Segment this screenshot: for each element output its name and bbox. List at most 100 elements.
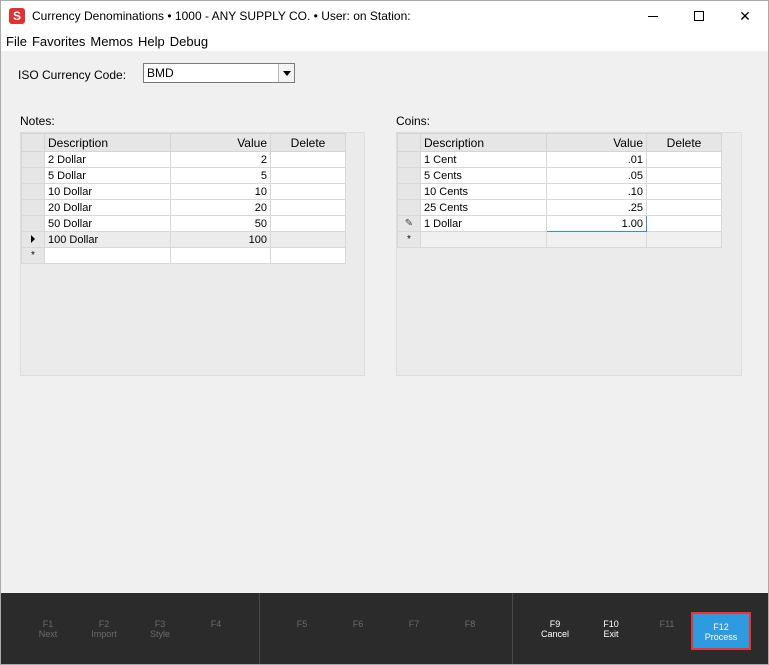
pencil-icon: ✎ xyxy=(404,218,414,229)
iso-currency-code-select[interactable]: BMD xyxy=(143,63,295,83)
note-description-cell[interactable]: 5 Dollar xyxy=(44,167,171,184)
coin-delete-cell[interactable] xyxy=(646,167,722,184)
f10-exit-button[interactable]: F10 Exit xyxy=(587,619,635,639)
note-value-cell[interactable]: 20 xyxy=(170,199,271,216)
coin-value-cell[interactable]: .10 xyxy=(546,183,647,200)
fkey-code: F3 xyxy=(154,619,166,629)
coin-value-edit-cell[interactable]: 1.00 xyxy=(546,215,647,232)
coin-value-cell[interactable]: .05 xyxy=(546,167,647,184)
f8-button[interactable]: F8 xyxy=(446,619,494,629)
f2-import-button[interactable]: F2 Import xyxy=(80,619,128,639)
coins-col-value[interactable]: Value xyxy=(546,133,647,152)
coin-description-cell[interactable]: 25 Cents xyxy=(420,199,547,216)
coin-delete-cell[interactable] xyxy=(646,199,722,216)
new-coin-description-cell[interactable] xyxy=(420,231,547,248)
menu-help[interactable]: Help xyxy=(138,34,165,49)
notes-col-description[interactable]: Description xyxy=(44,133,171,152)
note-description-cell[interactable]: 20 Dollar xyxy=(44,199,171,216)
row-header[interactable] xyxy=(21,183,45,200)
menu-memos[interactable]: Memos xyxy=(90,34,133,49)
row-header[interactable] xyxy=(397,183,421,200)
new-note-value-cell[interactable] xyxy=(170,247,271,264)
note-delete-cell[interactable] xyxy=(270,151,346,168)
f4-button[interactable]: F4 xyxy=(192,619,240,629)
note-description-cell[interactable]: 10 Dollar xyxy=(44,183,171,200)
table-row[interactable]: 100 Dollar 100 xyxy=(21,231,346,248)
new-row[interactable]: * xyxy=(21,247,346,264)
menu-file[interactable]: File xyxy=(6,34,27,49)
f12-process-button[interactable]: F12 Process xyxy=(691,612,751,650)
maximize-button[interactable] xyxy=(676,1,722,31)
new-note-description-cell[interactable] xyxy=(44,247,171,264)
table-row[interactable]: 2 Dollar 2 xyxy=(21,151,346,168)
coin-delete-cell[interactable] xyxy=(646,215,722,232)
new-row[interactable]: * xyxy=(397,231,722,248)
table-row[interactable]: 10 Cents .10 xyxy=(397,183,722,200)
row-header[interactable] xyxy=(397,167,421,184)
coin-delete-cell[interactable] xyxy=(646,183,722,200)
f1-next-button[interactable]: F1 Next xyxy=(24,619,72,639)
note-delete-cell[interactable] xyxy=(270,231,346,248)
f11-button[interactable]: F11 xyxy=(643,619,691,629)
f6-button[interactable]: F6 xyxy=(334,619,382,629)
coin-description-cell[interactable]: 1 Cent xyxy=(420,151,547,168)
f3-style-button[interactable]: F3 Style xyxy=(136,619,184,639)
function-key-bar: F1 Next F2 Import F3 Style F4 F5 F6 F7 F8 F… xyxy=(1,593,768,664)
f7-button[interactable]: F7 xyxy=(390,619,438,629)
note-description-cell[interactable]: 2 Dollar xyxy=(44,151,171,168)
coin-value-cell[interactable]: .01 xyxy=(546,151,647,168)
table-row[interactable]: 1 Cent .01 xyxy=(397,151,722,168)
note-value-cell[interactable]: 5 xyxy=(170,167,271,184)
coin-description-cell[interactable]: 10 Cents xyxy=(420,183,547,200)
note-value-cell[interactable]: 2 xyxy=(170,151,271,168)
table-row[interactable]: 5 Dollar 5 xyxy=(21,167,346,184)
new-note-delete-cell[interactable] xyxy=(270,247,346,264)
chevron-down-icon[interactable] xyxy=(278,64,294,82)
row-header[interactable] xyxy=(21,199,45,216)
coins-col-description[interactable]: Description xyxy=(420,133,547,152)
f5-button[interactable]: F5 xyxy=(278,619,326,629)
notes-label: Notes: xyxy=(20,114,55,128)
table-row[interactable]: ✎ 1 Dollar 1.00 xyxy=(397,215,722,232)
row-header[interactable] xyxy=(21,215,45,232)
row-header[interactable] xyxy=(21,167,45,184)
table-row[interactable]: 10 Dollar 10 xyxy=(21,183,346,200)
coins-grid[interactable]: Description Value Delete 1 Cent .01 5 Ce… xyxy=(396,132,742,376)
note-value-cell[interactable]: 10 xyxy=(170,183,271,200)
notes-col-value[interactable]: Value xyxy=(170,133,271,152)
new-row-marker: * xyxy=(21,247,45,264)
new-coin-value-cell[interactable] xyxy=(546,231,647,248)
coins-col-delete[interactable]: Delete xyxy=(646,133,722,152)
row-header[interactable] xyxy=(21,231,45,248)
note-delete-cell[interactable] xyxy=(270,199,346,216)
row-header[interactable] xyxy=(397,151,421,168)
table-row[interactable]: 5 Cents .05 xyxy=(397,167,722,184)
fkey-code: F7 xyxy=(408,619,420,629)
row-header[interactable] xyxy=(397,199,421,216)
coin-delete-cell[interactable] xyxy=(646,151,722,168)
menu-favorites[interactable]: Favorites xyxy=(32,34,85,49)
row-header[interactable] xyxy=(21,151,45,168)
row-header[interactable]: ✎ xyxy=(397,215,421,232)
note-value-cell[interactable]: 100 xyxy=(170,231,271,248)
note-value-cell[interactable]: 50 xyxy=(170,215,271,232)
menu-debug[interactable]: Debug xyxy=(170,34,208,49)
table-row[interactable]: 25 Cents .25 xyxy=(397,199,722,216)
note-delete-cell[interactable] xyxy=(270,167,346,184)
coin-value-cell[interactable]: .25 xyxy=(546,199,647,216)
notes-grid[interactable]: Description Value Delete 2 Dollar 2 5 Do… xyxy=(20,132,365,376)
note-delete-cell[interactable] xyxy=(270,215,346,232)
minimize-button[interactable] xyxy=(630,1,676,31)
fkey-code: F6 xyxy=(352,619,364,629)
coin-description-cell[interactable]: 5 Cents xyxy=(420,167,547,184)
note-delete-cell[interactable] xyxy=(270,183,346,200)
table-row[interactable]: 50 Dollar 50 xyxy=(21,215,346,232)
note-description-cell[interactable]: 100 Dollar xyxy=(44,231,171,248)
notes-col-delete[interactable]: Delete xyxy=(270,133,346,152)
coin-description-cell[interactable]: 1 Dollar xyxy=(420,215,547,232)
f9-cancel-button[interactable]: F9 Cancel xyxy=(531,619,579,639)
table-row[interactable]: 20 Dollar 20 xyxy=(21,199,346,216)
new-coin-delete-cell[interactable] xyxy=(646,231,722,248)
note-description-cell[interactable]: 50 Dollar xyxy=(44,215,171,232)
close-button[interactable]: ✕ xyxy=(722,1,768,31)
